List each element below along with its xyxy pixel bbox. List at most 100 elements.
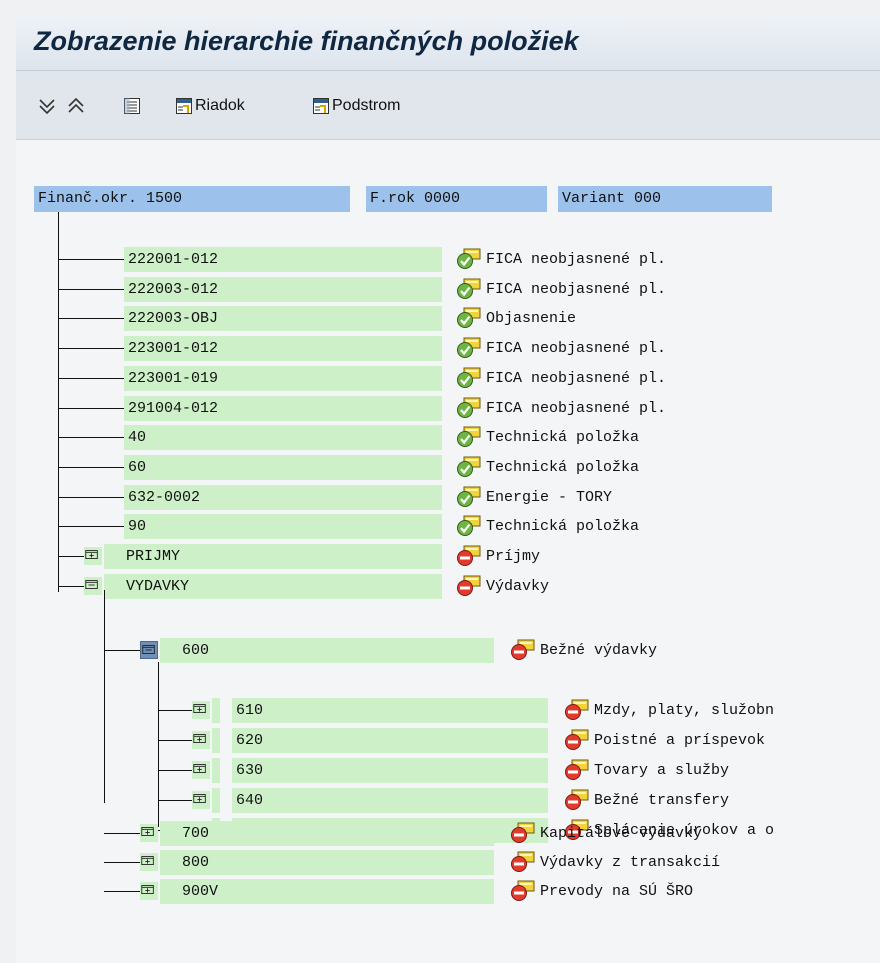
tree-line — [58, 556, 84, 557]
folder-open-icon — [85, 580, 98, 589]
expand-node-button[interactable] — [84, 547, 102, 565]
expand-node-button[interactable] — [192, 761, 210, 779]
collapse-node-button[interactable] — [84, 577, 102, 595]
row-button-label: Riadok — [195, 97, 245, 114]
row-button[interactable]: Riadok — [175, 95, 245, 117]
item-code-field[interactable]: PRIJMY — [122, 544, 442, 569]
expand-all-icon — [39, 99, 55, 115]
status-ok-icon — [457, 367, 481, 388]
tree-line — [158, 800, 192, 801]
tree-line — [58, 497, 124, 498]
tree-line — [58, 318, 124, 319]
item-code-field[interactable]: 610 — [232, 698, 548, 723]
item-description: Kapitálové výdavky — [540, 825, 703, 842]
tree-line — [158, 770, 192, 771]
collapse-all-button[interactable] — [67, 95, 85, 117]
tree-line — [158, 662, 159, 827]
status-stop-icon — [511, 639, 535, 660]
page-title: Zobrazenie hierarchie finančných položie… — [34, 26, 579, 56]
item-code-field[interactable]: 640 — [232, 788, 548, 813]
item-code-field[interactable]: 222001-012 — [124, 247, 442, 272]
folder-closed-icon — [193, 794, 206, 803]
tree-line — [58, 526, 124, 527]
status-stop-icon — [511, 880, 535, 901]
tree-line — [58, 467, 124, 468]
item-code-field[interactable]: 222003-OBJ — [124, 306, 442, 331]
status-stop-icon — [565, 729, 589, 750]
folder-closed-icon — [193, 704, 206, 713]
tree-line — [158, 710, 192, 711]
status-stop-icon — [565, 789, 589, 810]
item-code-field[interactable]: 223001-012 — [124, 336, 442, 361]
expand-all-button[interactable] — [38, 95, 56, 117]
item-description: Bežné výdavky — [540, 642, 658, 659]
field-gap — [104, 574, 124, 599]
subtree-button[interactable]: Podstrom — [312, 95, 400, 117]
item-code-field[interactable]: 900V — [178, 879, 494, 904]
status-stop-icon — [457, 545, 481, 566]
status-ok-icon — [457, 456, 481, 477]
row-icon — [176, 98, 192, 114]
status-ok-icon — [457, 248, 481, 269]
field-gap — [104, 544, 124, 569]
field-gap — [160, 821, 178, 846]
item-code-field[interactable]: 600 — [178, 638, 494, 663]
expand-node-button[interactable] — [140, 882, 158, 900]
tree-line — [58, 408, 124, 409]
item-code-field[interactable]: 620 — [232, 728, 548, 753]
expand-node-button[interactable] — [140, 853, 158, 871]
item-description: Bežné transfery — [594, 792, 730, 809]
field-gap — [212, 788, 220, 813]
tree-line — [58, 259, 124, 260]
status-ok-icon — [457, 278, 481, 299]
status-ok-icon — [457, 307, 481, 328]
tree-line — [58, 586, 84, 587]
item-description: FICA neobjasnené pl. — [486, 400, 667, 417]
collapse-node-button[interactable] — [140, 641, 158, 659]
item-code-field[interactable]: 90 — [124, 514, 442, 539]
item-code-field[interactable]: 291004-012 — [124, 396, 442, 421]
toolbar: Riadok Podstrom — [16, 71, 880, 140]
tree-line — [58, 437, 124, 438]
folder-closed-icon — [141, 885, 154, 894]
folder-closed-icon — [141, 827, 154, 836]
expand-node-button[interactable] — [192, 791, 210, 809]
item-description: Poistné a príspevok — [594, 732, 766, 749]
expand-node-button[interactable] — [192, 731, 210, 749]
item-description: FICA neobjasnené pl. — [486, 251, 667, 268]
detail-icon — [124, 98, 140, 114]
folder-closed-icon — [193, 734, 206, 743]
tree-line — [58, 289, 124, 290]
status-stop-icon — [565, 699, 589, 720]
variant-field: Variant 000 — [558, 186, 772, 212]
item-description: Mzdy, platy, služobn — [594, 702, 775, 719]
item-code-field[interactable]: 630 — [232, 758, 548, 783]
expand-node-button[interactable] — [192, 701, 210, 719]
tree-line — [58, 378, 124, 379]
status-ok-icon — [457, 486, 481, 507]
item-code-field[interactable]: 800 — [178, 850, 494, 875]
item-code-field[interactable]: 632-0002 — [124, 485, 442, 510]
item-description: Prevody na SÚ ŠRO — [540, 883, 694, 900]
item-code-field[interactable]: 223001-019 — [124, 366, 442, 391]
folder-closed-icon — [193, 764, 206, 773]
expand-node-button[interactable] — [140, 824, 158, 842]
item-description: Výdavky — [486, 578, 550, 595]
item-description: FICA neobjasnené pl. — [486, 281, 667, 298]
item-description: Technická položka — [486, 518, 640, 535]
item-code-field[interactable]: VYDAVKY — [122, 574, 442, 599]
item-description: FICA neobjasnené pl. — [486, 340, 667, 357]
item-code-field[interactable]: 700 — [178, 821, 494, 846]
item-code-field[interactable]: 40 — [124, 425, 442, 450]
status-stop-icon — [565, 759, 589, 780]
item-code-field[interactable]: 60 — [124, 455, 442, 480]
subtree-icon — [313, 98, 329, 114]
field-gap — [212, 758, 220, 783]
tree-line — [58, 348, 124, 349]
status-ok-icon — [457, 515, 481, 536]
item-code-field[interactable]: 222003-012 — [124, 277, 442, 302]
tree-line — [158, 740, 192, 741]
subtree-button-label: Podstrom — [332, 97, 401, 114]
tree-line — [104, 833, 140, 834]
detail-button[interactable] — [123, 95, 141, 117]
